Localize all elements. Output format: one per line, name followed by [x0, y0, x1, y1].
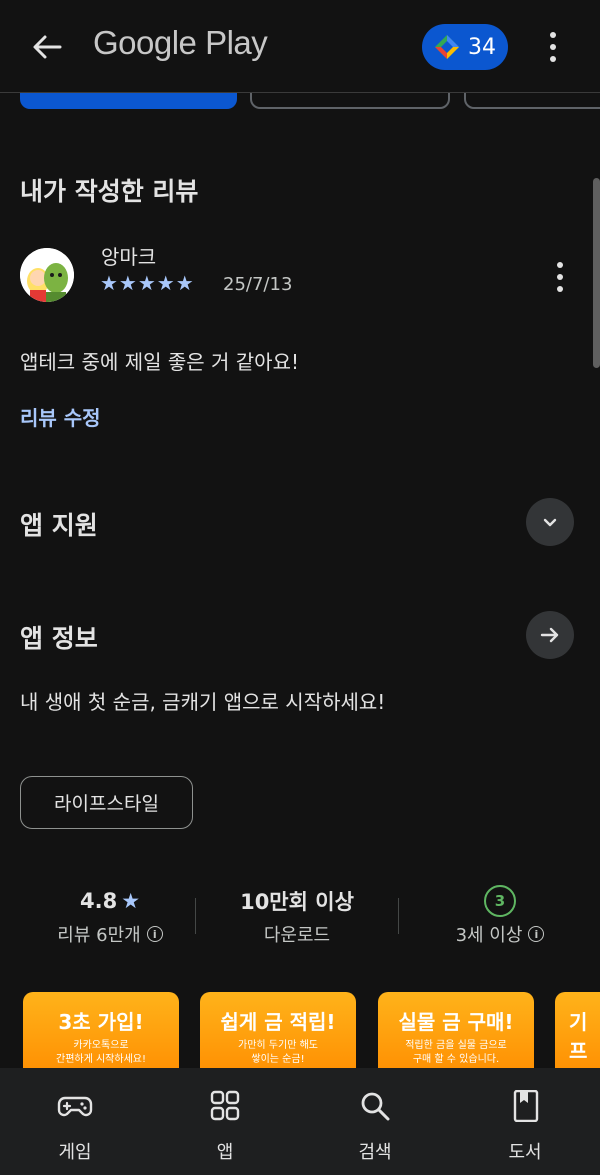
category-chip[interactable]: 라이프스타일: [20, 776, 193, 829]
age-rating-label: 3세 이상: [455, 925, 523, 946]
chevron-down-icon: [543, 518, 557, 527]
app-title: Google Play: [93, 24, 268, 61]
nav-item-search[interactable]: 검색: [300, 1068, 450, 1175]
partial-primary-button[interactable]: [20, 93, 237, 109]
book-icon: [513, 1090, 539, 1122]
app-support-title[interactable]: 앱 지원: [20, 506, 98, 542]
age-rating-icon: 3: [484, 885, 516, 917]
play-points-button[interactable]: 34: [422, 24, 508, 70]
gamepad-icon: [57, 1096, 93, 1117]
rating-stat[interactable]: 4.8 ★ 리뷰 6만개 i: [10, 885, 210, 947]
app-info-title[interactable]: 앱 정보: [20, 619, 98, 655]
screenshot-heading: 기프: [569, 1010, 588, 1063]
age-rating-stat[interactable]: 3 3세 이상 i: [400, 885, 600, 947]
nav-item-books[interactable]: 도서: [450, 1068, 600, 1175]
nav-label-search: 검색: [358, 1142, 392, 1163]
nav-label-games: 게임: [58, 1142, 92, 1163]
reviewer-avatar: [20, 248, 74, 302]
info-icon[interactable]: i: [528, 926, 545, 942]
screenshot-subtext: 쌓이는 순금!: [251, 1054, 305, 1065]
screenshot-subtext: 가만히 두기만 해도: [238, 1040, 318, 1051]
screenshot-heading: 쉽게 금 적립!: [220, 1010, 336, 1034]
stat-divider: [195, 898, 196, 934]
scrollbar[interactable]: [593, 178, 600, 368]
back-arrow-icon[interactable]: [26, 26, 68, 68]
partial-outline-button[interactable]: [250, 93, 450, 109]
reviews-count-label: 리뷰 6만개: [57, 925, 141, 946]
screenshot-subtext: 구매 할 수 있습니다.: [412, 1054, 500, 1065]
points-count: 34: [468, 34, 496, 60]
nav-label-books: 도서: [508, 1142, 542, 1163]
review-more-options-icon[interactable]: [548, 260, 572, 294]
partial-action-buttons: [0, 93, 600, 113]
downloads-stat: 10만회 이상 다운로드: [197, 885, 397, 947]
stat-divider: [398, 898, 399, 934]
screenshot-subtext: 간편하게 시작하세요!: [56, 1054, 146, 1065]
screenshot-heading: 실물 금 구매!: [398, 1010, 514, 1034]
more-options-icon[interactable]: [541, 30, 565, 64]
nav-label-apps: 앱: [216, 1142, 234, 1163]
review-text: 앱테크 중에 제일 좋은 거 같아요!: [20, 350, 300, 374]
review-date: 25/7/13: [223, 274, 293, 295]
bottom-navigation: 게임 앱 검색 도서: [0, 1068, 600, 1175]
partial-outline-button-2[interactable]: [464, 93, 600, 109]
edit-review-link[interactable]: 리뷰 수정: [20, 402, 101, 431]
top-app-bar: Google Play 34: [0, 0, 600, 93]
my-review-title: 내가 작성한 리뷰: [20, 177, 199, 206]
review-star-rating: ★★★★★: [100, 271, 195, 295]
nav-item-games[interactable]: 게임: [0, 1068, 150, 1175]
rating-value: 4.8: [79, 889, 118, 913]
app-description: 내 생애 첫 순금, 금캐기 앱으로 시작하세요!: [20, 690, 386, 714]
nav-item-apps[interactable]: 앱: [150, 1068, 300, 1175]
downloads-value: 10만회 이상: [240, 890, 354, 914]
star-icon: ★: [121, 889, 141, 913]
play-points-icon: [435, 35, 459, 59]
search-icon: [361, 1092, 390, 1121]
screenshot-subtext: 적립한 금을 실물 금으로: [405, 1040, 507, 1051]
reviewer-name: 앙마크: [101, 245, 157, 269]
apps-grid-icon: [210, 1090, 240, 1121]
app-info-arrow-button[interactable]: [526, 611, 574, 659]
arrow-right-icon: [540, 627, 559, 643]
info-icon[interactable]: i: [146, 926, 163, 942]
expand-support-button[interactable]: [526, 498, 574, 546]
screenshot-heading: 3초 가입!: [58, 1010, 144, 1034]
screenshot-subtext: 카카오톡으로: [73, 1040, 129, 1051]
downloads-label: 다운로드: [263, 925, 331, 946]
